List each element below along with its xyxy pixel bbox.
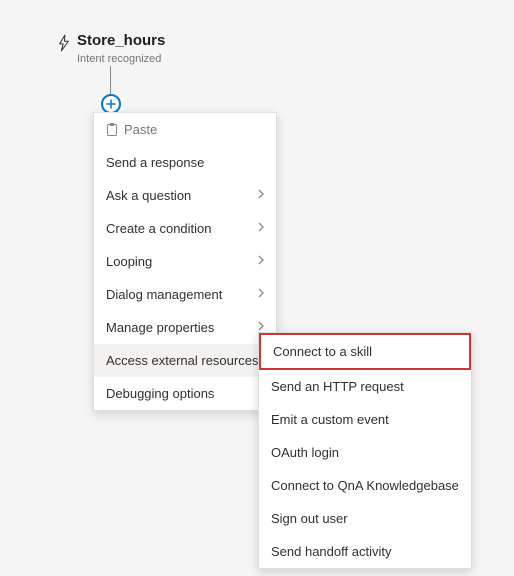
add-action-button[interactable] [101, 94, 121, 114]
paste-icon [106, 123, 118, 136]
paste-label: Paste [124, 122, 157, 137]
menu-item-label: Send a response [106, 155, 204, 170]
submenu-item[interactable]: Send handoff activity [259, 535, 471, 568]
menu-item[interactable]: Send a response [94, 146, 276, 179]
chevron-right-icon [258, 255, 264, 268]
submenu-item[interactable]: Send an HTTP request [259, 370, 471, 403]
menu-item[interactable]: Ask a question [94, 179, 276, 212]
submenu-item-label: Send handoff activity [271, 544, 391, 559]
submenu-item[interactable]: Sign out user [259, 502, 471, 535]
menu-item-paste[interactable]: Paste [94, 113, 276, 146]
plus-icon [106, 99, 116, 109]
node-title: Store_hours [77, 32, 165, 49]
menu-item-label: Dialog management [106, 287, 222, 302]
menu-item-label: Ask a question [106, 188, 191, 203]
chevron-right-icon [258, 222, 264, 235]
chevron-right-icon [258, 189, 264, 202]
menu-item-label: Manage properties [106, 320, 214, 335]
node-header: Store_hours [57, 32, 165, 52]
menu-item[interactable]: Manage properties [94, 311, 276, 344]
menu-item[interactable]: Dialog management [94, 278, 276, 311]
submenu-access-external: Connect to a skill Send an HTTP request Em… [258, 332, 472, 569]
menu-item-label: Access external resources [106, 353, 258, 368]
submenu-item-label: OAuth login [271, 445, 339, 460]
connector-line [110, 66, 111, 96]
node-subtitle: Intent recognized [77, 53, 165, 65]
menu-item-label: Debugging options [106, 386, 214, 401]
menu-item-label: Create a condition [106, 221, 212, 236]
submenu-item[interactable]: Connect to QnA Knowledgebase [259, 469, 471, 502]
trigger-node: Store_hours Intent recognized [57, 32, 165, 65]
menu-item[interactable]: Access external resources [94, 344, 276, 377]
menu-item[interactable]: Looping [94, 245, 276, 278]
submenu-item-label: Sign out user [271, 511, 348, 526]
action-menu: Paste Send a response Ask a question Creat… [93, 112, 277, 411]
menu-item[interactable]: Create a condition [94, 212, 276, 245]
submenu-item-label: Emit a custom event [271, 412, 389, 427]
submenu-item[interactable]: Connect to a skill [259, 333, 471, 370]
submenu-item-label: Send an HTTP request [271, 379, 404, 394]
menu-item-label: Looping [106, 254, 152, 269]
menu-item[interactable]: Debugging options [94, 377, 276, 410]
chevron-right-icon [258, 288, 264, 301]
submenu-item[interactable]: OAuth login [259, 436, 471, 469]
submenu-item-label: Connect to a skill [273, 344, 372, 359]
lightning-icon [57, 34, 71, 52]
submenu-item[interactable]: Emit a custom event [259, 403, 471, 436]
submenu-item-label: Connect to QnA Knowledgebase [271, 478, 459, 493]
